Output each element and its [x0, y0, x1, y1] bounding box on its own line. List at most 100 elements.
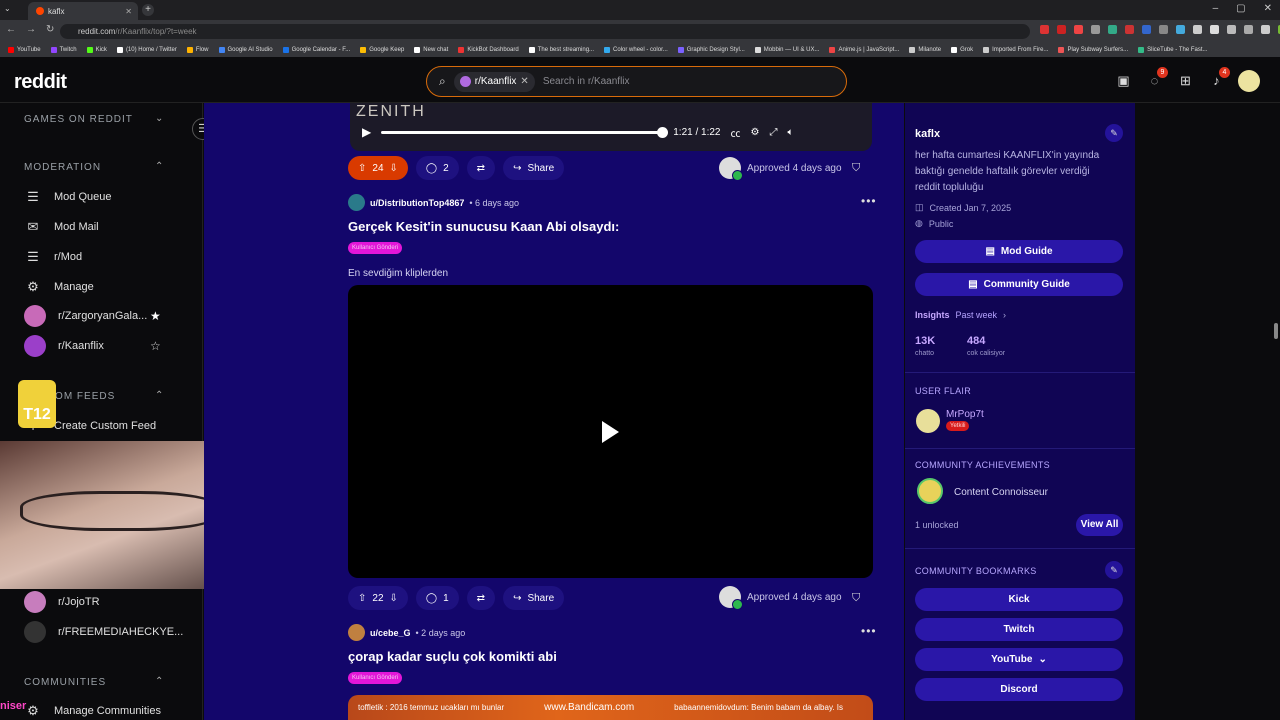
- manage-communities[interactable]: ⚙ Manage Communities: [24, 702, 161, 720]
- bookmark-item[interactable]: Anime.js | JavaScript...: [829, 46, 899, 53]
- search-scope-chip[interactable]: r/Kaanflix ✕: [453, 71, 535, 92]
- search-input[interactable]: Search in r/Kaanflix: [543, 76, 630, 87]
- bookmark-kick[interactable]: Kick: [915, 588, 1123, 611]
- star-outline-icon[interactable]: ☆: [150, 339, 161, 353]
- reddit-logo[interactable]: reddit: [14, 71, 67, 94]
- remove-scope-icon[interactable]: ✕: [520, 76, 528, 87]
- achievement-name[interactable]: Content Connoisseur: [954, 487, 1048, 498]
- sidebar-item-jojotr[interactable]: r/JojoTR: [24, 591, 100, 613]
- play-icon[interactable]: ▶: [362, 125, 371, 139]
- user-flair-name[interactable]: MrPop7t: [946, 409, 984, 420]
- extensions-icon[interactable]: [1244, 25, 1253, 34]
- advertise-icon[interactable]: ▣: [1115, 72, 1132, 89]
- sidebar-item-mod-mail[interactable]: ✉ Mod Mail: [24, 218, 99, 236]
- bookmark-item[interactable]: New chat: [414, 46, 448, 53]
- post-title[interactable]: çorap kadar suçlu çok komikti abi: [348, 649, 557, 664]
- extension-icon[interactable]: [1125, 25, 1134, 34]
- bookmark-item[interactable]: YouTube: [8, 46, 41, 53]
- chevron-up-icon[interactable]: ⌃: [155, 161, 163, 172]
- bookmark-item[interactable]: Milanote: [909, 46, 941, 53]
- maximize-icon[interactable]: ▢: [1236, 3, 1245, 14]
- address-bar[interactable]: reddit.com/r/Kaanflix/top/?t=week: [60, 24, 1030, 39]
- view-all-button[interactable]: View All: [1076, 514, 1123, 536]
- scrollbar-thumb[interactable]: [1274, 323, 1278, 339]
- bookmark-youtube[interactable]: YouTube ⌄: [915, 648, 1123, 671]
- extension-icon[interactable]: [1142, 25, 1151, 34]
- downvote-icon[interactable]: ⇩: [390, 593, 398, 604]
- comments-button[interactable]: ◯ 1: [415, 586, 459, 610]
- extension-icon[interactable]: [1040, 25, 1049, 34]
- bookmark-item[interactable]: Twitch: [50, 46, 77, 53]
- extension-icon[interactable]: [1159, 25, 1168, 34]
- puzzle-icon[interactable]: [1210, 25, 1219, 34]
- fullscreen-icon[interactable]: ⤢: [769, 127, 777, 138]
- sidebar-item-r-mod[interactable]: ☰ r/Mod: [24, 248, 82, 266]
- extension-icon[interactable]: [1057, 25, 1066, 34]
- extension-icon[interactable]: [1108, 25, 1117, 34]
- settings-icon[interactable]: ⚙: [751, 127, 760, 138]
- extension-icon[interactable]: [1091, 25, 1100, 34]
- star-filled-icon[interactable]: ★: [150, 309, 161, 323]
- post-author[interactable]: u/DistributionTop4867: [370, 198, 464, 208]
- volume-icon[interactable]: 🔈︎: [787, 127, 793, 138]
- new-tab-button[interactable]: +: [142, 4, 154, 16]
- author-avatar[interactable]: [348, 194, 365, 211]
- moderation-heading[interactable]: MODERATION: [24, 162, 101, 173]
- edit-pencil-icon[interactable]: ✎: [1105, 124, 1123, 142]
- chat-icon[interactable]: ◌ 9: [1146, 67, 1168, 89]
- bookmark-item[interactable]: Mobbin — UI & UX...: [754, 46, 819, 53]
- close-window-icon[interactable]: ✕: [1264, 3, 1272, 14]
- extension-icon[interactable]: [1176, 25, 1185, 34]
- bookmark-twitch[interactable]: Twitch: [915, 618, 1123, 641]
- communities-heading[interactable]: COMMUNITIES: [24, 677, 106, 688]
- forward-icon[interactable]: →: [26, 24, 36, 35]
- bookmark-item[interactable]: The best streaming...: [528, 46, 594, 53]
- browser-tab[interactable]: kaflx ✕: [28, 2, 138, 20]
- mod-guide-button[interactable]: ▤ Mod Guide: [915, 240, 1123, 263]
- sidebar-item-kaanflix[interactable]: r/Kaanflix: [24, 335, 104, 357]
- mod-shield-icon[interactable]: ⛉: [852, 162, 860, 175]
- insights-row[interactable]: Insights Past week ›: [915, 310, 1006, 320]
- search-bar[interactable]: ⌕ r/Kaanflix ✕ Search in r/Kaanflix: [426, 66, 847, 97]
- community-guide-button[interactable]: ▤ Community Guide: [915, 273, 1123, 296]
- user-avatar[interactable]: [1238, 70, 1260, 92]
- bookmark-item[interactable]: SliceTube - The Fast...: [1138, 46, 1208, 53]
- bookmark-item[interactable]: Graphic Design Styl...: [677, 46, 745, 53]
- comments-button[interactable]: ◯ 2: [415, 156, 459, 180]
- bookmark-item[interactable]: Google Calendar - F...: [282, 46, 350, 53]
- notifications-icon[interactable]: ♪ 4: [1208, 67, 1230, 89]
- reload-icon[interactable]: ↻: [46, 24, 54, 35]
- captions-icon[interactable]: ㏄: [731, 125, 741, 140]
- download-icon[interactable]: [1227, 25, 1236, 34]
- page-scrollbar[interactable]: [1272, 103, 1280, 720]
- bookmark-item[interactable]: Flow: [186, 46, 209, 53]
- sidebar-item-zargoryan[interactable]: r/ZargoryanGala...: [24, 305, 147, 327]
- upvote-icon[interactable]: ⇧: [358, 593, 366, 604]
- bookmark-item[interactable]: Kick: [86, 46, 107, 53]
- more-options-icon[interactable]: •••: [861, 624, 877, 638]
- menu-icon[interactable]: [1261, 25, 1270, 34]
- sidebar-item-mod-queue[interactable]: ☰ Mod Queue: [24, 188, 111, 206]
- play-icon[interactable]: [602, 421, 619, 443]
- bookmark-item[interactable]: Imported From Fire...: [983, 46, 1048, 53]
- tab-search-icon[interactable]: ⌄: [4, 4, 16, 16]
- more-options-icon[interactable]: •••: [861, 194, 877, 208]
- author-avatar[interactable]: [348, 624, 365, 641]
- back-icon[interactable]: ←: [6, 24, 16, 35]
- bookmark-item[interactable]: Google AI Studio: [218, 46, 273, 53]
- video-progress-bar[interactable]: [381, 126, 669, 138]
- bookmark-item[interactable]: Color wheel - color...: [604, 46, 668, 53]
- mod-shield-icon[interactable]: ⛉: [852, 592, 860, 605]
- post-flair[interactable]: Kullanıcı Gönderi: [348, 672, 403, 684]
- bookmark-item[interactable]: (10) Home / Twitter: [116, 46, 177, 53]
- bookmark-item[interactable]: KickBot Dashboard: [458, 46, 519, 53]
- close-tab-icon[interactable]: ✕: [125, 7, 132, 16]
- downvote-icon[interactable]: ⇩: [390, 163, 398, 174]
- post-media-thumbnail[interactable]: toffletik : 2016 temmuz ucakları mı bunl…: [348, 695, 873, 720]
- bookmark-item[interactable]: Google Keep: [360, 46, 404, 53]
- sidebar-item-manage[interactable]: ⚙ Manage: [24, 278, 94, 296]
- games-heading[interactable]: GAMES ON REDDIT: [24, 114, 133, 125]
- extension-icon[interactable]: [1074, 25, 1083, 34]
- progress-knob[interactable]: [657, 126, 669, 138]
- bookmark-discord[interactable]: Discord: [915, 678, 1123, 701]
